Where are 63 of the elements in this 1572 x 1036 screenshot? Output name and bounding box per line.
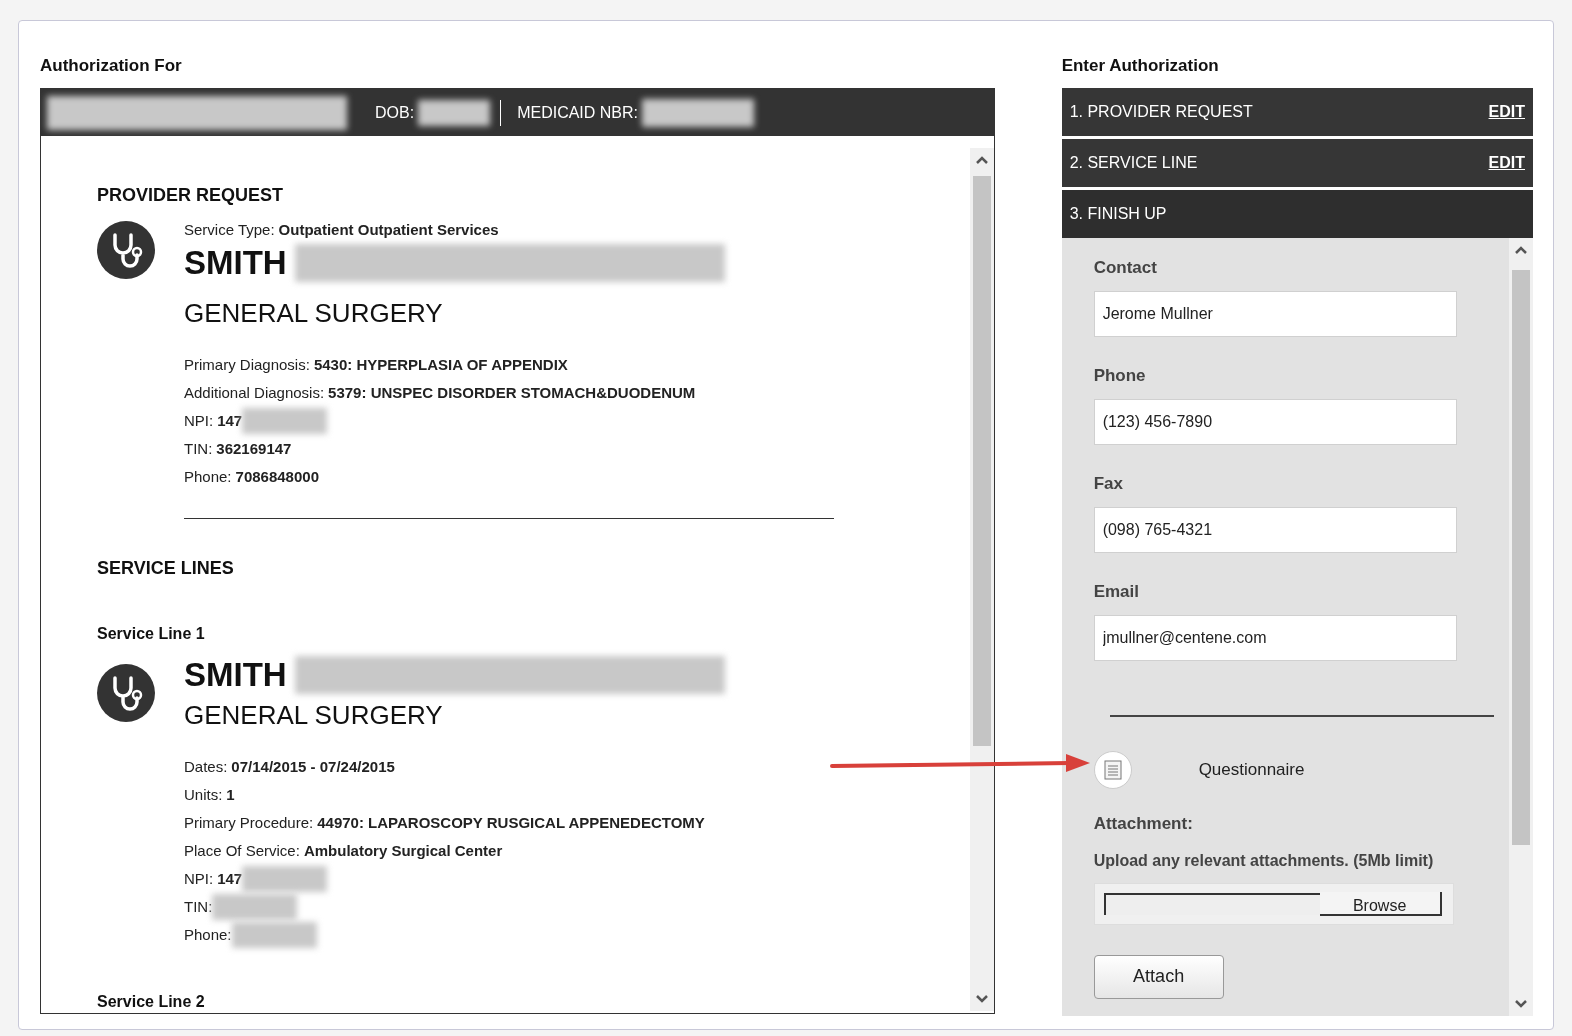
service-line-title: Service Line 2 <box>97 991 206 1011</box>
field-value: 147 <box>217 410 243 431</box>
field-value: 1 <box>226 784 235 805</box>
scrollbar-thumb[interactable] <box>1512 270 1530 845</box>
file-picker[interactable]: Browse <box>1093 882 1454 925</box>
section-title: Enter Authorization <box>1061 55 1220 77</box>
edit-link[interactable]: EDIT <box>1488 100 1525 124</box>
field-label: TIN: <box>184 896 213 917</box>
section-title: Authorization For <box>40 55 183 77</box>
scrollbar[interactable] <box>1509 238 1533 1016</box>
browse-button[interactable]: Browse <box>1319 891 1442 916</box>
field-label: Fax <box>1093 473 1124 495</box>
field-label: Place Of Service: <box>184 840 300 861</box>
field-label: Phone <box>1093 365 1147 387</box>
field-label: Email <box>1093 581 1140 603</box>
field-label: Dates: <box>184 756 228 777</box>
attach-button[interactable]: Attach <box>1093 954 1224 999</box>
field-value: 44970: LAPAROSCOPY RUSGICAL APPENEDECTOMY <box>317 812 705 833</box>
provider-specialty: GENERAL SURGERY <box>184 296 444 330</box>
stethoscope-icon <box>97 663 155 722</box>
attachment-label: Attachment: <box>1093 813 1194 835</box>
stethoscope-icon <box>97 221 155 279</box>
field-value: Outpatient Outpatient Services <box>278 221 499 238</box>
questionnaire-label: Questionnaire <box>1198 759 1305 782</box>
service-line-title: Service Line 1 <box>97 623 206 644</box>
field-label: Primary Procedure: <box>184 812 314 833</box>
provider-name: SMITH <box>184 242 287 283</box>
provider-name: SMITH <box>184 654 287 695</box>
field-value: 5430: HYPERPLASIA OF APPENDIX <box>313 354 568 375</box>
field-label: Phone: <box>184 466 232 487</box>
field-label: Contact <box>1093 257 1158 279</box>
provider-specialty: GENERAL SURGERY <box>184 698 444 732</box>
scrollbar[interactable] <box>969 148 994 1011</box>
upload-hint: Upload any relevant attachments. (5Mb limit) <box>1093 850 1435 871</box>
field-value: 362169147 <box>216 438 292 459</box>
field-value: 07/14/2015 - 07/24/2015 <box>231 756 395 777</box>
text-field[interactable]: (123) 456-7890 <box>1093 399 1457 445</box>
field-value: 5379: UNSPEC DISORDER STOMACH&DUODENUM <box>328 382 696 403</box>
field-label: TIN: <box>184 438 213 459</box>
step-header[interactable]: 1. PROVIDER REQUEST EDIT <box>1061 88 1533 136</box>
section-heading: PROVIDER REQUEST <box>97 184 285 207</box>
field-value: 147 <box>217 868 243 889</box>
questionnaire-button[interactable] <box>1093 751 1132 789</box>
dob-label: DOB: <box>375 102 415 123</box>
step-header[interactable]: 2. SERVICE LINE EDIT <box>1061 139 1533 187</box>
step-header[interactable]: 3. FINISH UP <box>1061 190 1533 238</box>
text-field[interactable]: (098) 765-4321 <box>1093 507 1457 553</box>
field-label: NPI: <box>184 410 214 431</box>
section-heading: SERVICE LINES <box>97 556 235 580</box>
field-label: Units: <box>184 784 223 805</box>
text-field[interactable]: Jerome Mullner <box>1093 291 1457 337</box>
text-field[interactable]: jmullner@centene.com <box>1093 615 1457 661</box>
field-value: 7086848000 <box>235 466 319 487</box>
scrollbar-thumb[interactable] <box>972 176 991 746</box>
field-label: Primary Diagnosis: <box>184 354 310 375</box>
edit-link[interactable]: EDIT <box>1488 151 1525 175</box>
medicaid-label: MEDICAID NBR: <box>517 102 639 123</box>
field-label: Phone: <box>184 924 232 945</box>
field-label: Additional Diagnosis: <box>184 382 325 403</box>
field-value: Ambulatory Surgical Center <box>303 840 503 861</box>
field-label: Service Type: <box>184 221 275 238</box>
document-icon <box>1103 760 1122 780</box>
field-label: NPI: <box>184 868 214 889</box>
